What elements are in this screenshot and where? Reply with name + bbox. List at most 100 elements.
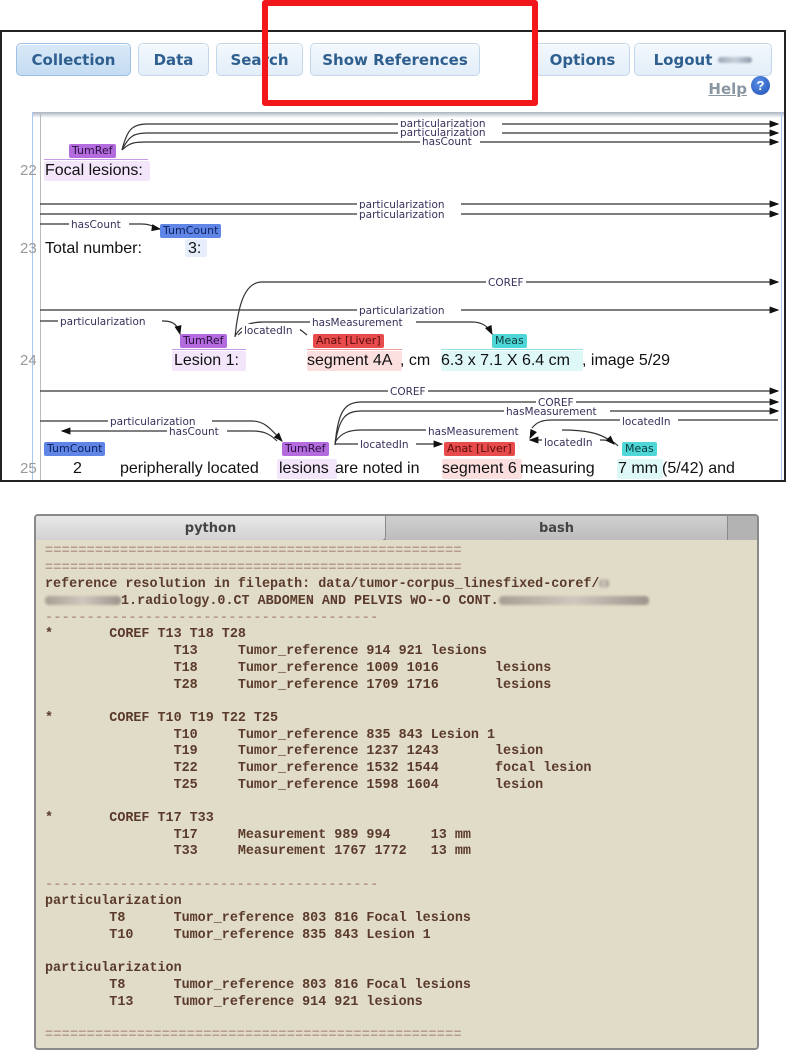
arc-label-locatedin: locatedIn <box>360 439 409 451</box>
entity-tag-tumcount[interactable]: TumCount <box>160 224 222 238</box>
line-text: segment 4A <box>307 352 393 369</box>
line-text: lesions <box>279 460 329 477</box>
show-references-button[interactable]: Show References <box>310 43 480 76</box>
help-link[interactable]: Help <box>708 80 747 98</box>
redacted-text <box>498 596 649 606</box>
tab-bar-filler <box>728 516 757 540</box>
line-text: peripherally located <box>120 460 259 477</box>
line-text: are noted in <box>335 460 420 477</box>
terminal-output: ========================================… <box>45 544 751 1048</box>
search-button-label: Search <box>230 50 289 69</box>
terminal-separator: ========================================… <box>45 1027 462 1043</box>
arc-label-hascount: hasCount <box>71 219 121 231</box>
logout-button[interactable]: Logout <box>634 43 772 76</box>
collection-button-label: Collection <box>31 50 116 69</box>
collection-button[interactable]: Collection <box>16 43 131 76</box>
entity-tag-anat-liver[interactable]: Anat [Liver] <box>444 442 515 456</box>
redacted-text <box>45 596 121 606</box>
data-button-label: Data <box>153 50 194 69</box>
terminal-separator: ---------------------------------------- <box>45 877 379 893</box>
arc-label-locatedin: locatedIn <box>622 416 671 428</box>
arc-label-coref: COREF <box>390 386 426 398</box>
terminal-line: T13 Tumor_reference 914 921 lesions <box>45 994 423 1010</box>
entity-tag-tumref[interactable]: TumRef <box>282 442 329 456</box>
terminal-line: T22 Tumor_reference 1532 1544 focal lesi… <box>45 760 592 776</box>
terminal-line: * COREF T13 T18 T28 <box>45 627 246 643</box>
arc-label-hasmeasurement: hasMeasurement <box>428 426 519 438</box>
annotation-tool-window: Collection Data Search Show References O… <box>0 30 786 482</box>
terminal-separator: ========================================… <box>45 544 462 559</box>
line-text: (5/42) and <box>662 460 735 477</box>
terminal-line: reference resolution in filepath: data/t… <box>45 577 751 594</box>
terminal-separator: ========================================… <box>45 560 462 576</box>
terminal-line: T8 Tumor_reference 803 816 Focal lesions <box>45 911 471 927</box>
help-area: Help ? <box>708 75 770 98</box>
line-text: Focal lesions: <box>45 162 143 179</box>
line-text: segment 6 <box>442 460 517 477</box>
arc-label-coref: COREF <box>488 277 524 289</box>
entity-tag-meas[interactable]: Meas <box>622 442 657 456</box>
line-number: 25 <box>20 460 37 477</box>
line-text: 3: <box>188 240 202 257</box>
question-circle-icon[interactable]: ? <box>751 75 770 95</box>
terminal-line-text: 1.radiology.0.CT ABDOMEN AND PELVIS WO--… <box>121 594 499 610</box>
line-text: Lesion 1: <box>174 352 239 369</box>
arc-label-hascount: hasCount <box>422 136 472 148</box>
tag-underline <box>172 349 246 350</box>
options-button-label: Options <box>549 50 616 69</box>
line-number: 24 <box>20 352 37 369</box>
line-text: 2 <box>73 460 82 477</box>
terminal-line: T10 Tumor_reference 835 843 Lesion 1 <box>45 727 495 743</box>
tab-bash-label: bash <box>538 520 575 536</box>
arc-label-particularization: particularization <box>359 209 445 221</box>
terminal-line: * COREF T10 T19 T22 T25 <box>45 710 279 726</box>
show-references-button-label: Show References <box>322 50 468 69</box>
options-button[interactable]: Options <box>535 43 630 76</box>
logout-button-label: Logout <box>653 50 713 69</box>
tag-underline <box>44 159 148 160</box>
tab-bash[interactable]: bash <box>386 516 728 540</box>
arc-label-hasmeasurement: hasMeasurement <box>312 317 403 329</box>
terminal-line: T19 Tumor_reference 1237 1243 lesion <box>45 744 544 760</box>
tag-underline <box>307 349 402 350</box>
tab-python[interactable]: python <box>36 516 386 540</box>
entity-tag-tumcount[interactable]: TumCount <box>44 442 106 456</box>
terminal-line: T10 Tumor_reference 835 843 Lesion 1 <box>45 927 431 943</box>
terminal-line: particularization <box>45 894 182 910</box>
arc-label-particularization: particularization <box>60 316 146 328</box>
terminal-line: particularization <box>45 961 182 977</box>
arc-label-hasmeasurement: hasMeasurement <box>506 406 597 418</box>
entity-tag-anat-liver[interactable]: Anat [Liver] <box>313 334 384 348</box>
line-text: , cm <box>400 352 431 369</box>
data-button[interactable]: Data <box>138 43 209 76</box>
line-text: 7 mm <box>618 460 658 477</box>
terminal-line: T25 Tumor_reference 1598 1604 lesion <box>45 777 544 793</box>
search-button[interactable]: Search <box>216 43 303 76</box>
terminal-line: 1.radiology.0.CT ABDOMEN AND PELVIS WO--… <box>45 594 751 611</box>
terminal-line: T18 Tumor_reference 1009 1016 lesions <box>45 660 552 676</box>
arc-label-particularization: particularization <box>359 305 445 317</box>
terminal-line: T8 Tumor_reference 803 816 Focal lesions <box>45 977 471 993</box>
line-text: 6.3 x 7.1 X 6.4 cm <box>441 352 570 369</box>
line-number: 23 <box>20 240 37 257</box>
entity-tag-tumref[interactable]: TumRef <box>69 144 116 158</box>
line-text: Total number: <box>45 240 142 257</box>
terminal-line: T13 Tumor_reference 914 921 lesions <box>45 644 487 660</box>
line-text: , image 5/29 <box>582 352 671 369</box>
tag-underline <box>441 349 583 350</box>
arc-label-locatedin: locatedIn <box>544 437 593 449</box>
terminal-window: python bash ============================… <box>34 514 759 1050</box>
terminal-tabs: python bash <box>36 516 757 540</box>
line-number: 22 <box>20 162 37 179</box>
arc-label-hascount: hasCount <box>169 426 219 438</box>
entity-tag-tumref[interactable]: TumRef <box>180 334 227 348</box>
toolbar: Collection Data Search Show References O… <box>2 32 784 112</box>
entity-tag-meas[interactable]: Meas <box>492 334 527 348</box>
document-view: particularization particularization hasC… <box>2 112 784 480</box>
redacted-text <box>599 579 610 589</box>
